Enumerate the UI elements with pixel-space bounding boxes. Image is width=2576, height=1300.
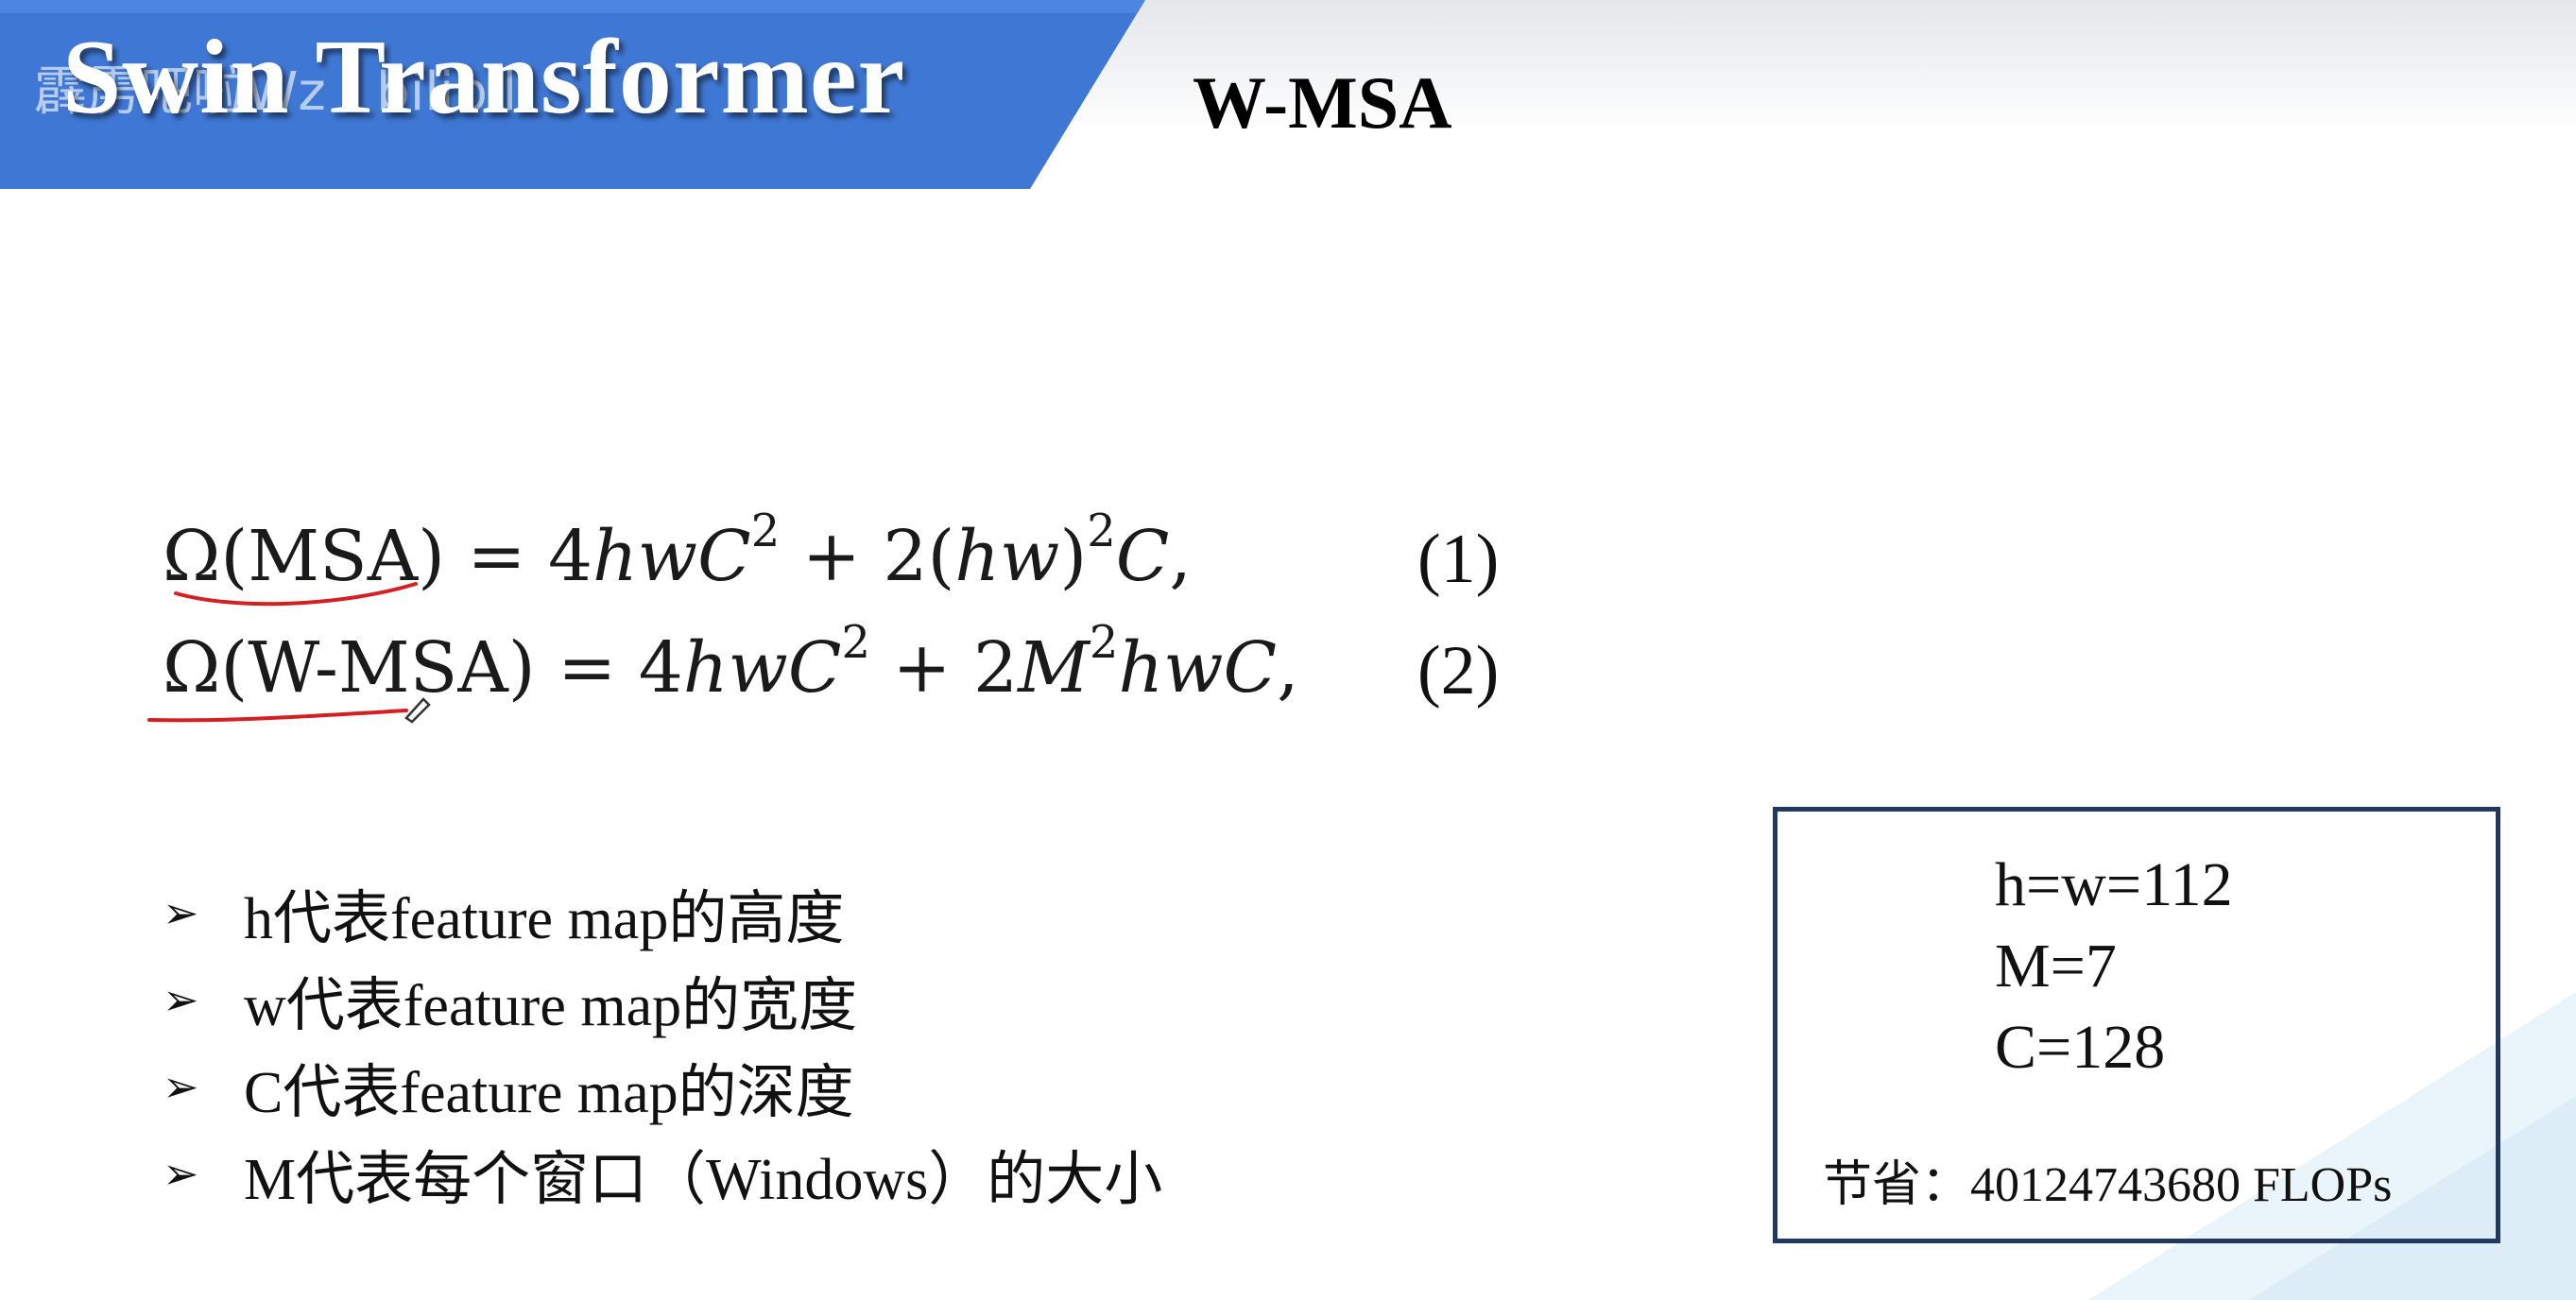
list-item-text: w代表feature map的宽度 [244,974,858,1038]
banner-title: Swin Transformer [62,19,906,136]
equation-exponent: 2 [1089,616,1119,669]
flops-saving: 节省：40124743680 FLOPs [1823,1158,2393,1212]
equation-term: hwC [1118,627,1278,709]
list-item-text: h代表feature map的高度 [244,887,845,951]
equation-number: (1) [1417,521,1500,598]
param-m: M=7 [1995,932,2117,1001]
equation-term: M [1018,627,1090,709]
param-hw: h=w=112 [1995,850,2233,919]
equation-exponent: 2 [1087,505,1116,557]
equation-exponent: 2 [750,505,781,557]
list-item: ➢ w代表feature map的宽度 [163,956,1162,1043]
equation-w-msa: Ω(W-MSA) = 4hwC2 + 2M2hwC, [163,620,1299,709]
equation-term: hwC [682,627,842,709]
param-c: C=128 [1995,1013,2166,1082]
equation-plus: + 2 [870,627,1019,709]
list-item-text: C代表feature map的深度 [244,1061,854,1125]
parameter-box: h=w=112 M=7 C=128 节省：40124743680 FLOPs [1773,807,2500,1243]
equation-rhs-prefix: = 4 [535,627,683,709]
list-item: ➢ h代表feature map的高度 [163,869,1162,956]
equation-rhs-prefix: = 4 [445,516,593,597]
equation-plus: + 2( [780,516,955,597]
equation-tail: , [1277,627,1299,709]
definition-list: ➢ h代表feature map的高度 ➢ w代表feature map的宽度 … [163,869,1162,1217]
equation-term: hwC [592,516,751,597]
equation-term: hw [954,516,1060,597]
equation-number: (2) [1417,632,1500,710]
equation-lhs: Ω(MSA) [163,516,445,597]
arrow-bullet-icon: ➢ [163,1148,199,1199]
equation-tail: , [1169,516,1192,597]
equation-lhs: Ω(W-MSA) [163,627,536,709]
list-item: ➢ C代表feature map的深度 [163,1043,1162,1130]
equation-term: C [1115,516,1170,597]
equation-exponent: 2 [841,616,870,669]
arrow-bullet-icon: ➢ [163,1061,199,1112]
arrow-bullet-icon: ➢ [163,974,199,1025]
equation-msa: Ω(MSA) = 4hwC2 + 2(hw)2C, [163,508,1192,597]
equation-paren: ) [1059,516,1088,597]
slide-title: W-MSA [1193,61,1452,144]
list-item-text: M代表每个窗口（Windows）的大小 [244,1148,1163,1212]
list-item: ➢ M代表每个窗口（Windows）的大小 [163,1130,1162,1217]
arrow-bullet-icon: ➢ [163,887,199,938]
